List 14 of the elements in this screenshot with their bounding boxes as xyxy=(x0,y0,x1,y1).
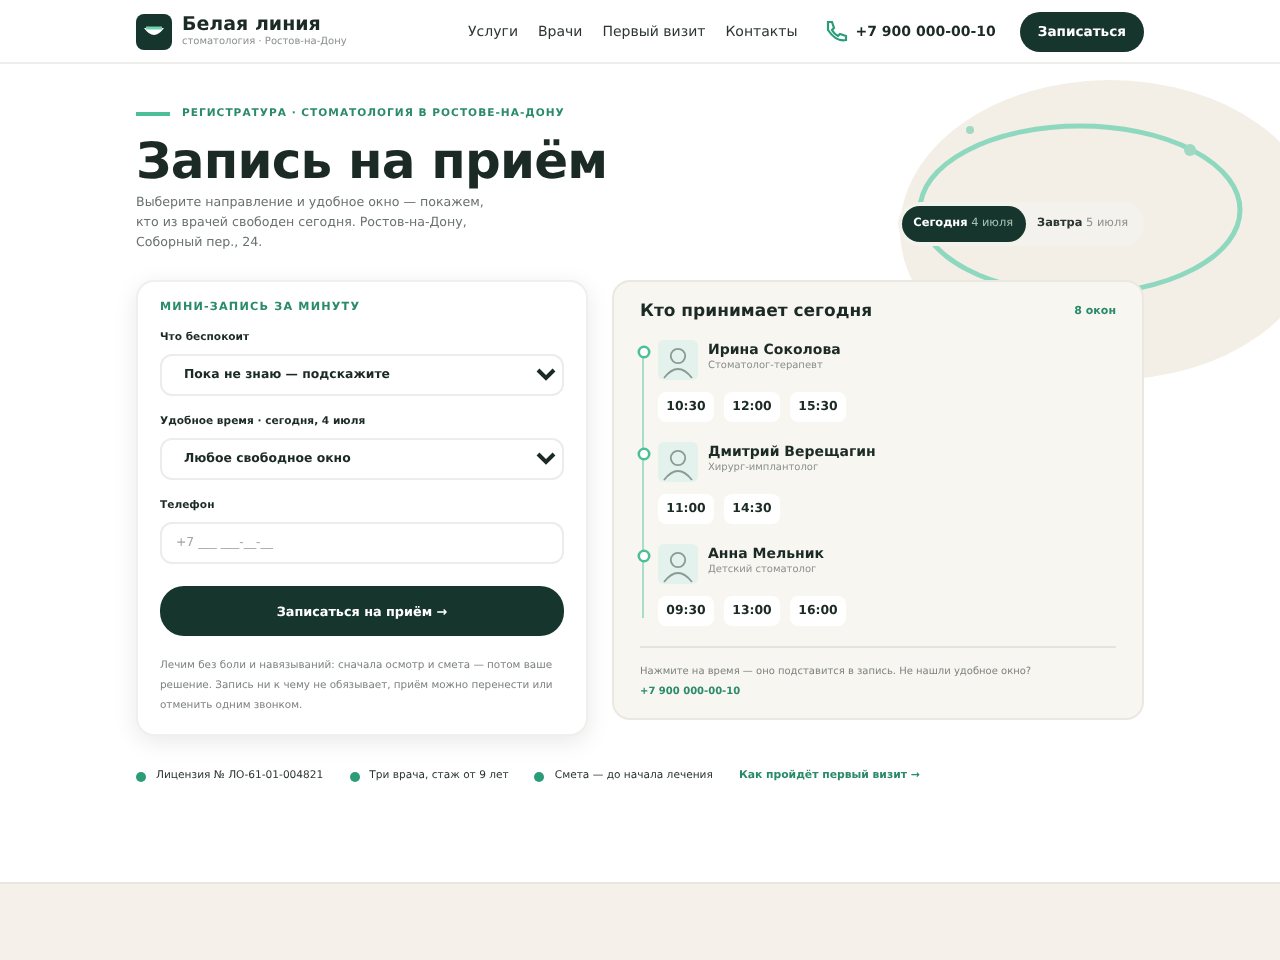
timeline-dot-icon xyxy=(636,446,652,462)
avatar-icon xyxy=(658,442,698,482)
bullet-icon xyxy=(534,771,545,781)
bullet-icon xyxy=(136,771,146,781)
phone-icon xyxy=(823,19,848,43)
avatar-icon xyxy=(658,544,698,584)
logo-icon xyxy=(136,13,172,49)
timeline-dot-icon xyxy=(636,548,652,564)
timeline-dot-icon xyxy=(636,344,652,360)
bullet-icon xyxy=(349,771,360,781)
brand-name: Белая линия xyxy=(182,14,323,36)
card-title: Кто принимает сегодня xyxy=(640,302,873,322)
page-title: Запись на приём xyxy=(136,132,608,190)
avatar-icon xyxy=(658,340,698,380)
